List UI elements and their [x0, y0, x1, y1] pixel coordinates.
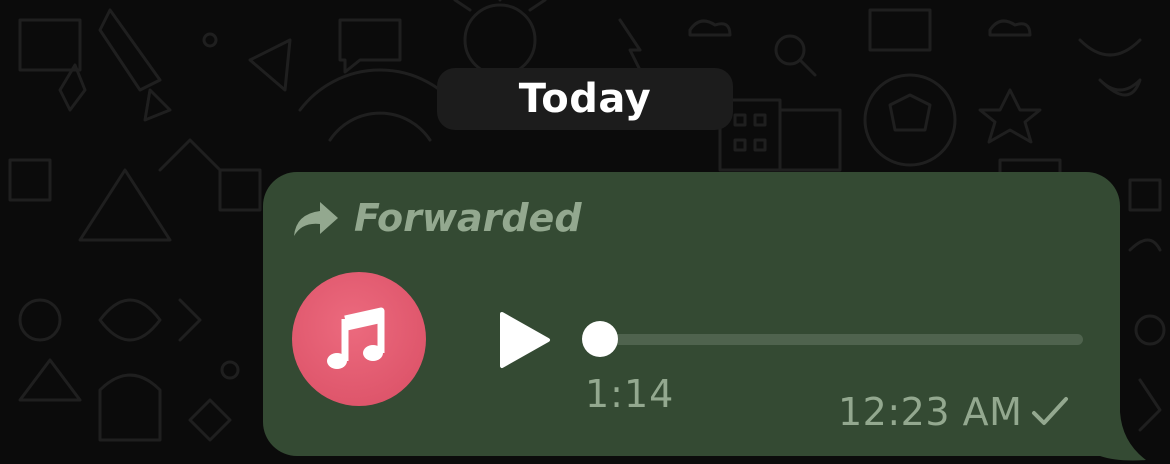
forwarded-indicator: Forwarded	[292, 196, 582, 240]
date-separator: Today	[437, 68, 733, 130]
audio-progress-track[interactable]	[600, 334, 1083, 345]
forwarded-label: Forwarded	[354, 196, 582, 240]
forward-arrow-icon	[294, 202, 338, 236]
message-meta: 12:23 AM	[838, 390, 1070, 434]
date-separator-label: Today	[518, 76, 652, 122]
audio-avatar	[292, 272, 426, 406]
single-check-icon	[1032, 397, 1069, 425]
music-note-icon	[327, 307, 385, 369]
message-timestamp: 12:23 AM	[838, 390, 1023, 434]
play-icon	[500, 312, 550, 368]
play-button[interactable]	[494, 310, 554, 370]
audio-progress-knob[interactable]	[582, 321, 618, 357]
audio-duration: 1:14	[585, 372, 675, 416]
